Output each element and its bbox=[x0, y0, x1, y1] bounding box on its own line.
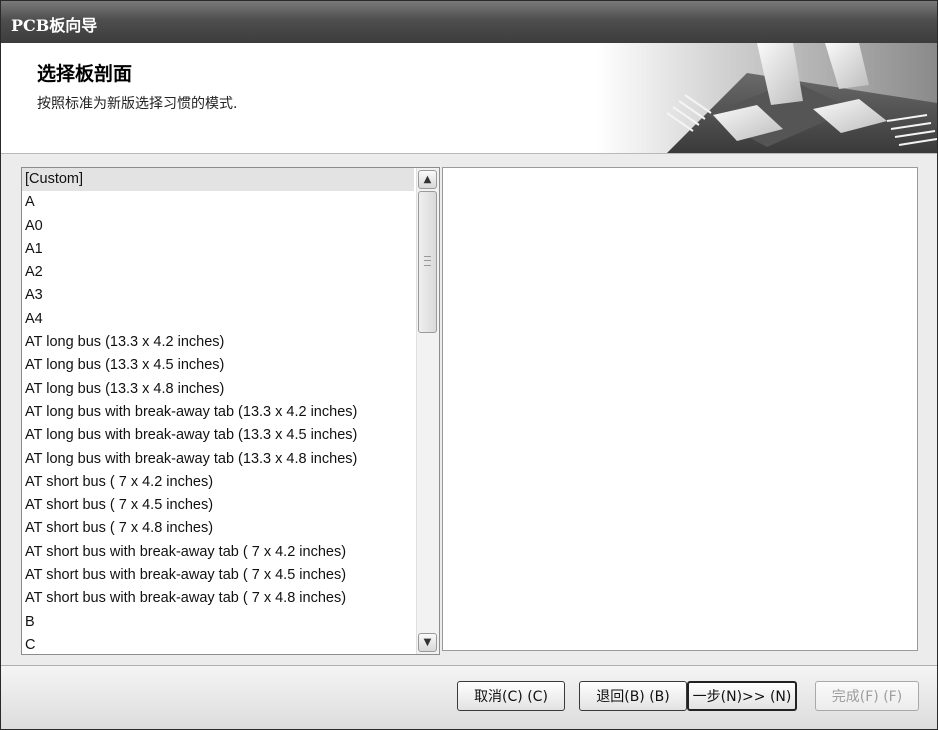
page-title: 选择板剖面 bbox=[37, 63, 133, 85]
list-item[interactable]: B bbox=[22, 611, 414, 634]
chevron-up-icon: ▲ bbox=[423, 174, 432, 185]
back-button[interactable]: 退回(B) (B) bbox=[579, 681, 687, 711]
pcb-wizard-window: PCB板向导 选择板剖面 按照标准为新版选择习惯的模式. [Custom] A … bbox=[0, 0, 938, 730]
list-item[interactable]: A3 bbox=[22, 284, 414, 307]
list-item[interactable]: AT short bus with break-away tab ( 7 x 4… bbox=[22, 564, 414, 587]
list-item[interactable]: AT short bus with break-away tab ( 7 x 4… bbox=[22, 541, 414, 564]
list-item[interactable]: A bbox=[22, 191, 414, 214]
list-item[interactable]: C bbox=[22, 634, 414, 654]
list-item[interactable]: [Custom] bbox=[22, 168, 414, 192]
list-item[interactable]: AT long bus (13.3 x 4.5 inches) bbox=[22, 354, 414, 377]
list-item[interactable]: AT long bus with break-away tab (13.3 x … bbox=[22, 448, 414, 471]
finish-button[interactable]: 完成(F) (F) bbox=[815, 681, 919, 711]
list-item[interactable]: AT long bus with break-away tab (13.3 x … bbox=[22, 424, 414, 447]
window-title: PCB板向导 bbox=[11, 16, 98, 35]
list-item[interactable]: AT long bus (13.3 x 4.2 inches) bbox=[22, 331, 414, 354]
pcb-chip-graphic bbox=[597, 43, 937, 153]
list-item[interactable]: AT short bus ( 7 x 4.8 inches) bbox=[22, 517, 414, 540]
wizard-body: [Custom] A A0 A1 A2 A3 A4 AT long bus (13.3 x 4… bbox=[9, 153, 929, 665]
next-button[interactable]: 一步(N)>> (N) bbox=[687, 681, 797, 711]
board-preview-panel bbox=[442, 167, 918, 651]
title-bar[interactable]: PCB板向导 bbox=[1, 1, 937, 43]
board-profile-list[interactable]: [Custom] A A0 A1 A2 A3 A4 AT long bus (13.3 x 4… bbox=[21, 167, 440, 655]
list-item[interactable]: AT short bus ( 7 x 4.2 inches) bbox=[22, 471, 414, 494]
list-item[interactable]: A2 bbox=[22, 261, 414, 284]
board-profile-items[interactable]: [Custom] A A0 A1 A2 A3 A4 AT long bus (13.3 x 4… bbox=[22, 168, 414, 654]
grip-icon bbox=[424, 256, 431, 266]
chevron-down-icon: ▼ bbox=[423, 637, 432, 648]
list-scrollbar[interactable]: ▲ ▼ bbox=[416, 168, 439, 654]
list-item[interactable]: AT short bus ( 7 x 4.5 inches) bbox=[22, 494, 414, 517]
wizard-footer: 取消(C) (C) 退回(B) (B) 一步(N)>> (N) 完成(F) (F… bbox=[1, 665, 937, 729]
cancel-button[interactable]: 取消(C) (C) bbox=[457, 681, 565, 711]
list-item[interactable]: AT long bus with break-away tab (13.3 x … bbox=[22, 401, 414, 424]
list-item[interactable]: A4 bbox=[22, 308, 414, 331]
scroll-thumb[interactable] bbox=[418, 191, 437, 333]
wizard-header: 选择板剖面 按照标准为新版选择习惯的模式. bbox=[1, 43, 937, 154]
page-subtitle: 按照标准为新版选择习惯的模式. bbox=[37, 96, 238, 112]
scroll-up-button[interactable]: ▲ bbox=[418, 170, 437, 189]
list-item[interactable]: AT short bus with break-away tab ( 7 x 4… bbox=[22, 587, 414, 610]
list-item[interactable]: A1 bbox=[22, 238, 414, 261]
list-item[interactable]: AT long bus (13.3 x 4.8 inches) bbox=[22, 378, 414, 401]
list-item[interactable]: A0 bbox=[22, 215, 414, 238]
scroll-down-button[interactable]: ▼ bbox=[418, 633, 437, 652]
